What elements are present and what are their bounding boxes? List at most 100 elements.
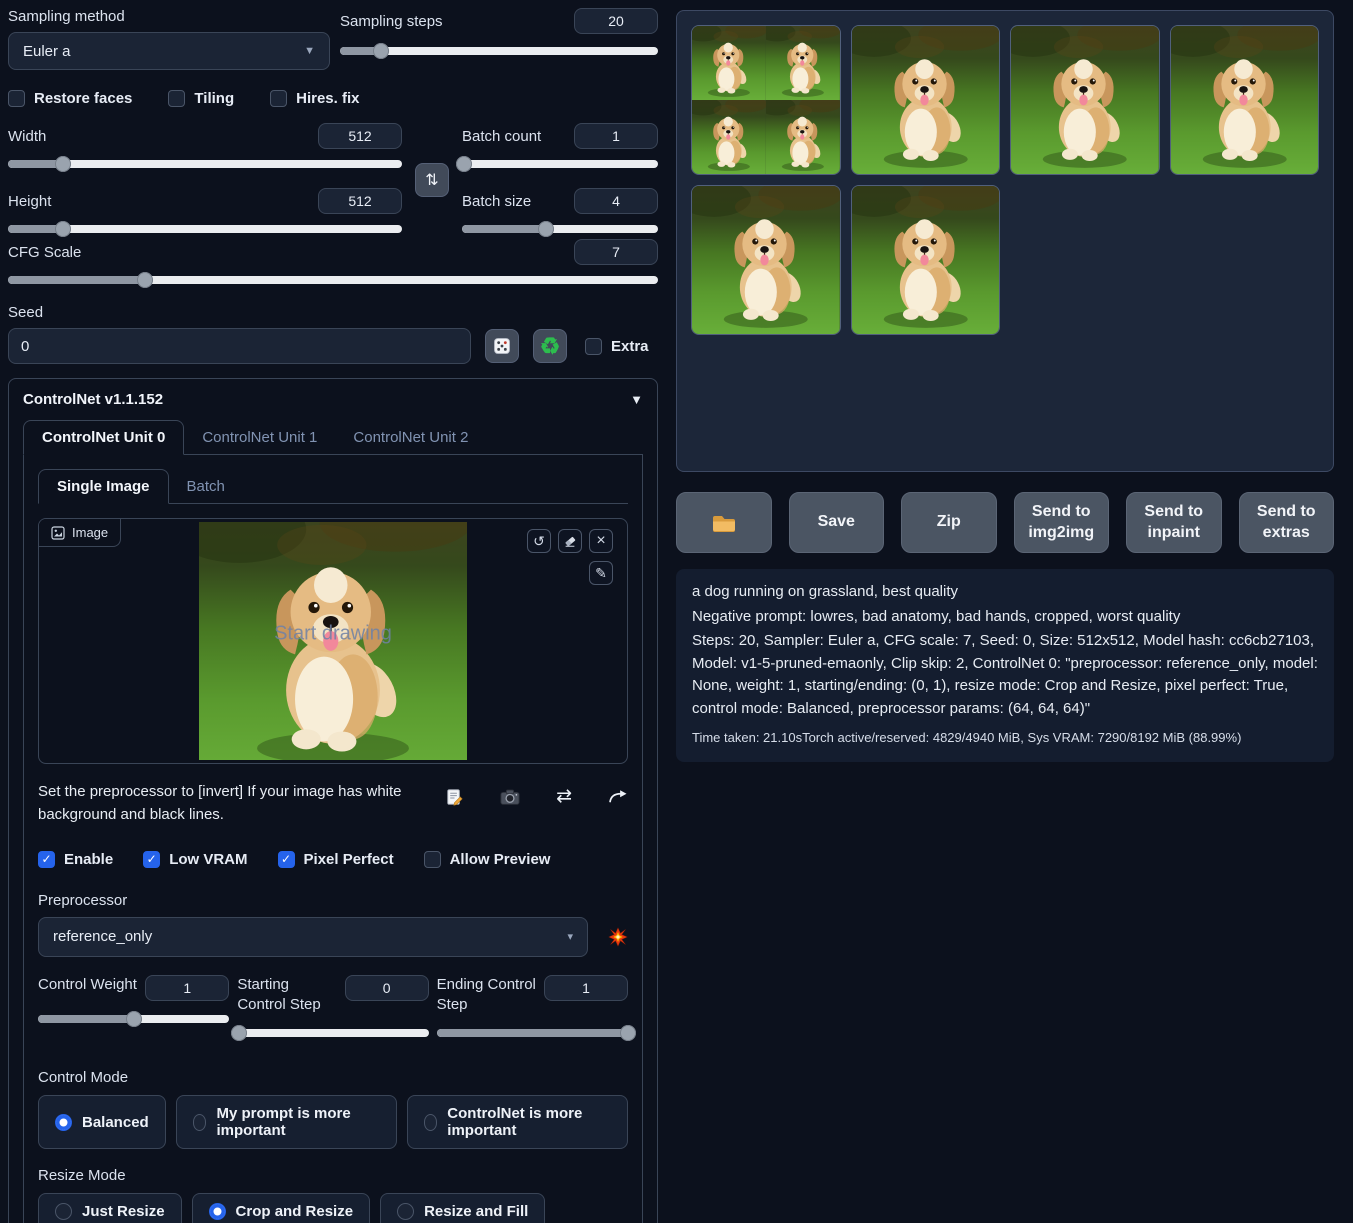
accordion-collapse-icon[interactable]: ▼ <box>630 392 643 407</box>
tab-controlnet-unit-0[interactable]: ControlNet Unit 0 <box>23 420 184 455</box>
radio-label: Just Resize <box>82 1203 165 1220</box>
checkbox-box-icon[interactable]: ✓ <box>38 851 55 868</box>
erase-image-button[interactable] <box>558 529 582 553</box>
random-seed-button[interactable] <box>485 329 519 363</box>
radio-resize-and-fill[interactable]: Resize and Fill <box>380 1193 545 1223</box>
checkbox-tiling[interactable]: Tiling <box>168 90 234 107</box>
cfg-scale-slider[interactable] <box>8 272 658 288</box>
control-weight-slider[interactable] <box>38 1011 229 1027</box>
gallery-image-4[interactable] <box>1170 25 1320 175</box>
ending-control-step-input[interactable]: 1 <box>544 975 628 1001</box>
checkbox-box-icon[interactable]: ✓ <box>278 851 295 868</box>
cfg-scale-input[interactable]: 7 <box>574 239 658 265</box>
checkbox-box-icon[interactable] <box>585 338 602 355</box>
controlnet-weight-sliders: Control Weight1Starting Control Step0End… <box>38 975 628 1042</box>
gallery-image-5[interactable] <box>691 185 841 335</box>
remove-image-button[interactable]: × <box>589 529 613 553</box>
checkbox-enable[interactable]: ✓ Enable <box>38 851 113 868</box>
cfg-scale-label: CFG Scale <box>8 244 81 261</box>
reuse-seed-button[interactable]: ♻ <box>533 329 567 363</box>
width-input[interactable]: 512 <box>318 123 402 149</box>
radio-label: ControlNet is more important <box>447 1105 611 1139</box>
preprocessor-select[interactable]: reference_only ▾ <box>38 917 588 957</box>
sketch-pencil-button[interactable]: ✎ <box>589 561 613 585</box>
preprocessor-label: Preprocessor <box>38 892 127 909</box>
sampling-steps-slider[interactable] <box>340 43 658 59</box>
send-to-extras-button[interactable]: Send to extras <box>1239 492 1335 553</box>
control-mode-radio-group: BalancedMy prompt is more important Contr… <box>38 1095 628 1149</box>
image-source-tabs: Single ImageBatch <box>38 469 628 504</box>
gallery-image-6[interactable] <box>851 185 1001 335</box>
checkbox-allow-preview[interactable]: Allow Preview <box>424 851 551 868</box>
sampling-method-label: Sampling method <box>8 8 330 25</box>
batch-count-input[interactable]: 1 <box>574 123 658 149</box>
radio-label: Crop and Resize <box>236 1203 354 1220</box>
controlnet-accordion-header[interactable]: ControlNet v1.1.152 ▼ <box>23 391 643 408</box>
radio-just-resize[interactable]: Just Resize <box>38 1193 182 1223</box>
checkbox-box-icon[interactable]: ✓ <box>143 851 160 868</box>
weight-group-control-weight: Control Weight 1 <box>38 975 229 1027</box>
run-preprocessor-button[interactable] <box>608 927 628 947</box>
gallery-image-3[interactable] <box>1010 25 1160 175</box>
recycle-icon: ♻ <box>540 335 561 358</box>
batch-count-slider[interactable] <box>462 156 658 172</box>
close-icon: × <box>596 532 605 550</box>
gallery-image-1[interactable] <box>691 25 841 175</box>
checkbox-low-vram[interactable]: ✓Low VRAM <box>143 851 247 868</box>
send-to-img2img-button[interactable]: Send to img2img <box>1014 492 1110 553</box>
chevron-down-icon: ▼ <box>304 45 315 57</box>
radio-dot-icon <box>209 1203 226 1220</box>
tab-batch[interactable]: Batch <box>169 469 243 503</box>
checkbox-pixel-perfect[interactable]: ✓Pixel Perfect <box>278 851 394 868</box>
batch-size-input[interactable]: 4 <box>574 188 658 214</box>
sampling-steps-input[interactable]: 20 <box>574 8 658 34</box>
checkbox-hires-fix[interactable]: Hires. fix <box>270 90 359 107</box>
new-canvas-button[interactable] <box>445 788 464 807</box>
radio-crop-and-resize[interactable]: Crop and Resize <box>192 1193 371 1223</box>
controlnet-title: ControlNet v1.1.152 <box>23 391 163 408</box>
checkbox-extra[interactable]: Extra <box>585 338 649 355</box>
control-weight-input[interactable]: 1 <box>145 975 229 1001</box>
starting-control-step-input[interactable]: 0 <box>345 975 429 1001</box>
sampling-method-value: Euler a <box>23 43 71 60</box>
controlnet-image-dropzone[interactable]: Image Start drawing ↺ <box>38 518 628 764</box>
mirror-webcam-button[interactable]: ⇄ <box>556 788 572 805</box>
prompt-text: a dog running on grassland, best quality <box>692 581 1318 604</box>
radio-balanced[interactable]: Balanced <box>38 1095 166 1149</box>
send-to-inpaint-button[interactable]: Send to inpaint <box>1126 492 1222 553</box>
height-slider[interactable] <box>8 221 402 237</box>
undo-image-button[interactable]: ↺ <box>527 529 551 553</box>
checkbox-box-icon[interactable] <box>270 90 287 107</box>
swap-width-height-button[interactable]: ⇅ <box>415 163 449 197</box>
tab-controlnet-unit-1[interactable]: ControlNet Unit 1 <box>184 420 335 454</box>
seed-input[interactable]: 0 <box>8 328 471 364</box>
swap-vertical-icon: ⇅ <box>425 170 438 190</box>
width-slider[interactable] <box>8 156 402 172</box>
controlnet-source-image[interactable] <box>199 522 467 760</box>
resize-mode-label: Resize Mode <box>38 1167 628 1184</box>
height-input[interactable]: 512 <box>318 188 402 214</box>
control-weight-label: Control Weight <box>38 975 139 995</box>
weight-group-ending-control-step: Ending Control Step1 <box>437 975 628 1042</box>
checkbox-label: Enable <box>64 851 113 868</box>
starting-control-step-slider[interactable] <box>237 1025 428 1041</box>
radio-dot-icon <box>55 1114 72 1131</box>
open-folder-button[interactable] <box>676 492 772 553</box>
controlnet-unit0-content: Single ImageBatch Image Start drawing ↺ <box>23 455 643 1223</box>
sampling-method-select[interactable]: Euler a ▼ <box>8 32 330 70</box>
radio-controlnet-is-more-important[interactable]: ControlNet is more important <box>407 1095 628 1149</box>
save-button[interactable]: Save <box>789 492 885 553</box>
zip-button[interactable]: Zip <box>901 492 997 553</box>
send-dimensions-button[interactable] <box>608 788 628 804</box>
checkbox-box-icon[interactable] <box>8 90 25 107</box>
checkbox-restore-faces[interactable]: Restore faces <box>8 90 132 107</box>
webcam-button[interactable] <box>500 788 520 806</box>
tab-controlnet-unit-2[interactable]: ControlNet Unit 2 <box>335 420 486 454</box>
checkbox-box-icon[interactable] <box>424 851 441 868</box>
checkbox-box-icon[interactable] <box>168 90 185 107</box>
gallery-image-2[interactable] <box>851 25 1001 175</box>
tab-single-image[interactable]: Single Image <box>38 469 169 504</box>
ending-control-step-slider[interactable] <box>437 1025 628 1041</box>
radio-my-prompt-is-more-important[interactable]: My prompt is more important <box>176 1095 397 1149</box>
batch-size-slider[interactable] <box>462 221 658 237</box>
